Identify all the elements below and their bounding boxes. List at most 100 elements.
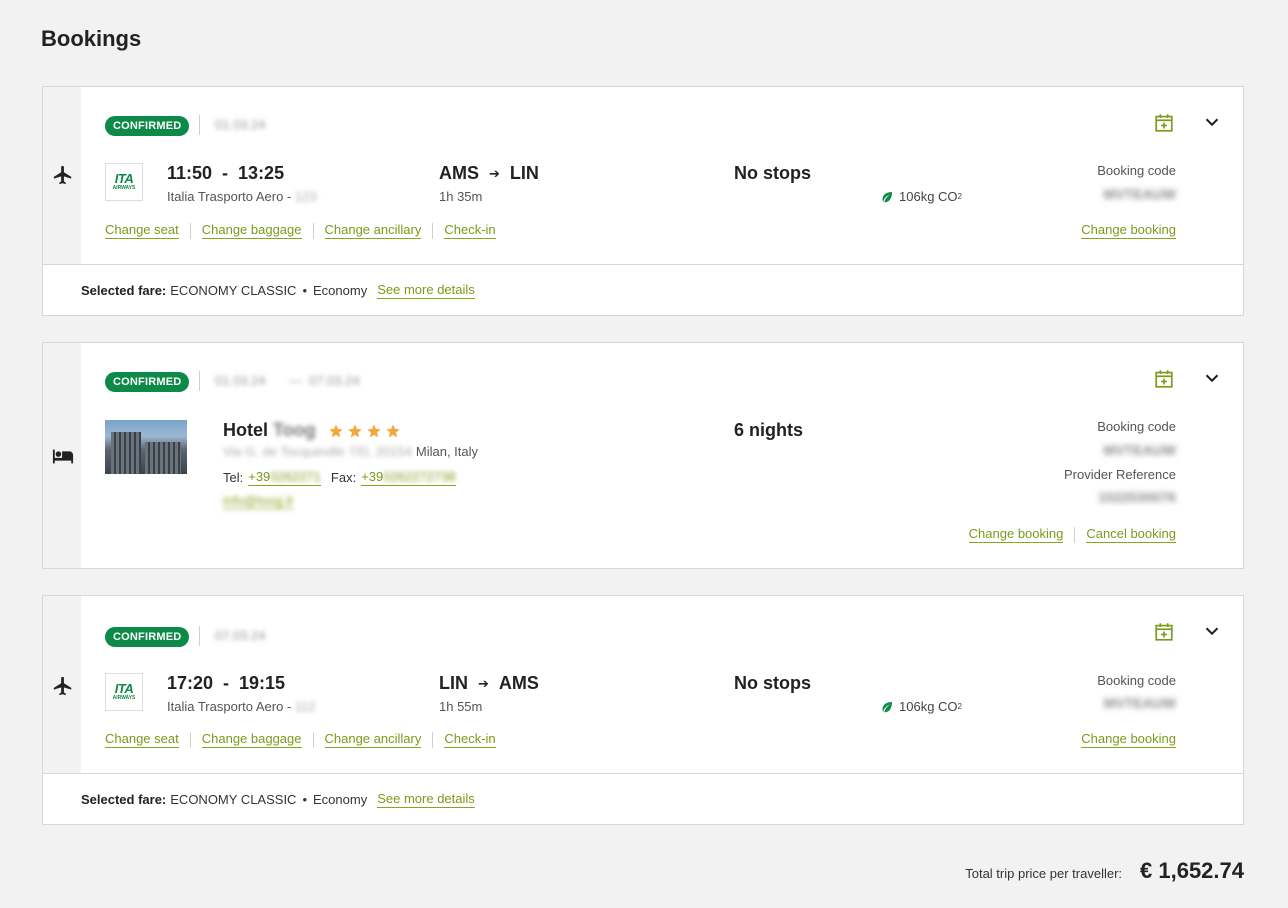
airline-logo: ITA AIRWAYS xyxy=(105,163,143,201)
booking-code: MVTEAUW xyxy=(1103,442,1176,458)
see-more-details-link[interactable]: See more details xyxy=(377,282,475,299)
status-badge: CONFIRMED xyxy=(105,372,190,392)
hotel-street-blurred: Via G. de Tocqueville 7/D, 20154 xyxy=(223,444,412,459)
change-booking-link[interactable]: Change booking xyxy=(1081,731,1176,748)
flight-duration: 1h 55m xyxy=(439,699,483,714)
check-in-link[interactable]: Check-in xyxy=(444,222,496,239)
add-to-calendar-icon[interactable] xyxy=(1153,621,1175,643)
flight-actions: Change seat Change baggage Change ancill… xyxy=(105,222,496,239)
flight-duration: 1h 35m xyxy=(439,189,483,204)
booking-code: MVTEAUW xyxy=(1103,695,1176,711)
airplane-icon xyxy=(53,676,72,696)
cancel-booking-link[interactable]: Cancel booking xyxy=(1086,526,1176,543)
booking-date: 01.03.24 xyxy=(215,117,266,132)
chevron-down-icon[interactable] xyxy=(1201,367,1223,389)
status-badge: CONFIRMED xyxy=(105,116,190,136)
cabin-class: Economy xyxy=(313,283,368,298)
booking-actions: Change booking xyxy=(1081,731,1176,748)
fax-number-blurred: 0262272738 xyxy=(383,469,456,484)
divider xyxy=(199,371,200,391)
booking-card-flight-outbound: CONFIRMED 01.03.24 ITA AIRWAYS 11:50 - 1… xyxy=(42,86,1244,316)
co2-emissions: 106kg CO 2 xyxy=(881,699,962,714)
hotel-fax-link[interactable]: +39 0262272738 xyxy=(361,469,456,486)
airplane-icon xyxy=(53,165,72,185)
co2-value: 106kg CO xyxy=(899,189,958,204)
change-seat-link[interactable]: Change seat xyxy=(105,222,179,239)
divider xyxy=(432,222,434,239)
hotel-name: Hotel Toog xyxy=(223,420,401,441)
flight-times: 11:50 - 13:25 xyxy=(167,163,285,183)
destination: LIN xyxy=(509,163,539,183)
date-separator: — xyxy=(289,373,302,388)
carrier-label: Italia Trasporto Aero - xyxy=(167,699,295,714)
hotel-email-link[interactable]: info@toog.it xyxy=(223,493,293,509)
star-rating xyxy=(328,423,401,439)
co2-value: 106kg CO xyxy=(899,699,958,714)
star-icon xyxy=(328,423,343,437)
leaf-icon xyxy=(882,701,892,712)
add-to-calendar-icon[interactable] xyxy=(1153,112,1175,134)
divider xyxy=(1074,526,1076,543)
tel-prefix: +39 xyxy=(248,469,271,484)
divider xyxy=(189,731,191,748)
check-out-date: 07.03.24 xyxy=(309,373,360,388)
leaf-icon xyxy=(882,191,892,202)
flight-number: 112 xyxy=(294,699,316,714)
airline-logo-text: ITA xyxy=(114,681,134,696)
origin: AMS xyxy=(439,163,479,183)
divider xyxy=(312,731,314,748)
hotel-phone-link[interactable]: +39 0262271 xyxy=(248,469,321,486)
booking-code: MVTEAUW xyxy=(1103,186,1176,202)
booking-card-hotel: CONFIRMED 01.03.24 — 07.03.24 Hotel Toog… xyxy=(42,342,1244,569)
change-booking-link[interactable]: Change booking xyxy=(968,526,1064,543)
check-in-date: 01.03.24 xyxy=(215,373,266,388)
fare-name: ECONOMY CLASSIC xyxy=(170,792,297,807)
chevron-down-icon[interactable] xyxy=(1201,620,1223,642)
fare-row: Selected fare: ECONOMY CLASSIC • Economy… xyxy=(43,773,1243,824)
selected-fare: Selected fare: ECONOMY CLASSIC • Economy… xyxy=(81,282,475,299)
airline-logo-subtext: AIRWAYS xyxy=(112,185,136,191)
bullet: • xyxy=(302,283,308,298)
booking-card-flight-return: CONFIRMED 07.03.24 ITA AIRWAYS 17:20 - 1… xyxy=(42,595,1244,825)
provider-reference-label: Provider Reference xyxy=(1064,467,1176,482)
page-title: Bookings xyxy=(41,26,142,51)
flight-actions: Change seat Change baggage Change ancill… xyxy=(105,731,496,748)
total-price-label: Total trip price per traveller: xyxy=(965,866,1123,881)
co2-subscript: 2 xyxy=(957,192,962,201)
total-price-value: € 1,652.74 xyxy=(1140,858,1244,883)
hotel-photo xyxy=(105,420,187,474)
bullet: • xyxy=(302,792,308,807)
nights-count: 6 nights xyxy=(734,420,804,440)
booking-date: 07.03.24 xyxy=(215,628,266,643)
arrow-right-icon: ➔ xyxy=(478,675,489,691)
see-more-details-link[interactable]: See more details xyxy=(377,791,475,808)
flight-route: AMS ➔ LIN xyxy=(439,163,539,184)
chevron-down-icon[interactable] xyxy=(1201,111,1223,133)
fare-label: Selected fare: xyxy=(81,792,167,807)
star-icon xyxy=(347,423,362,437)
carrier-name: Italia Trasporto Aero - 123 xyxy=(167,189,317,204)
check-in-link[interactable]: Check-in xyxy=(444,731,496,748)
carrier-name: Italia Trasporto Aero - 112 xyxy=(167,699,316,714)
hotel-contact: Tel: +39 0262271 Fax: +39 0262272738 xyxy=(223,469,456,486)
add-to-calendar-icon[interactable] xyxy=(1153,368,1175,390)
change-booking-link[interactable]: Change booking xyxy=(1081,222,1176,239)
total-price: Total trip price per traveller: € 1,652.… xyxy=(965,858,1244,884)
change-ancillary-link[interactable]: Change ancillary xyxy=(324,731,422,748)
selected-fare: Selected fare: ECONOMY CLASSIC • Economy… xyxy=(81,791,475,808)
status-badge: CONFIRMED xyxy=(105,627,190,647)
flight-route: LIN ➔ AMS xyxy=(439,673,539,694)
change-baggage-link[interactable]: Change baggage xyxy=(201,222,302,239)
fare-label: Selected fare: xyxy=(81,283,167,298)
fare-name: ECONOMY CLASSIC xyxy=(170,283,297,298)
tel-number-blurred: 0262271 xyxy=(270,469,321,484)
airline-logo: ITA AIRWAYS xyxy=(105,673,143,711)
change-seat-link[interactable]: Change seat xyxy=(105,731,179,748)
divider xyxy=(312,222,314,239)
change-baggage-link[interactable]: Change baggage xyxy=(201,731,302,748)
star-icon xyxy=(385,423,400,437)
fax-label: Fax: xyxy=(330,470,357,485)
arrow-right-icon: ➔ xyxy=(489,165,500,181)
change-ancillary-link[interactable]: Change ancillary xyxy=(324,222,422,239)
carrier-label: Italia Trasporto Aero - xyxy=(167,189,295,204)
